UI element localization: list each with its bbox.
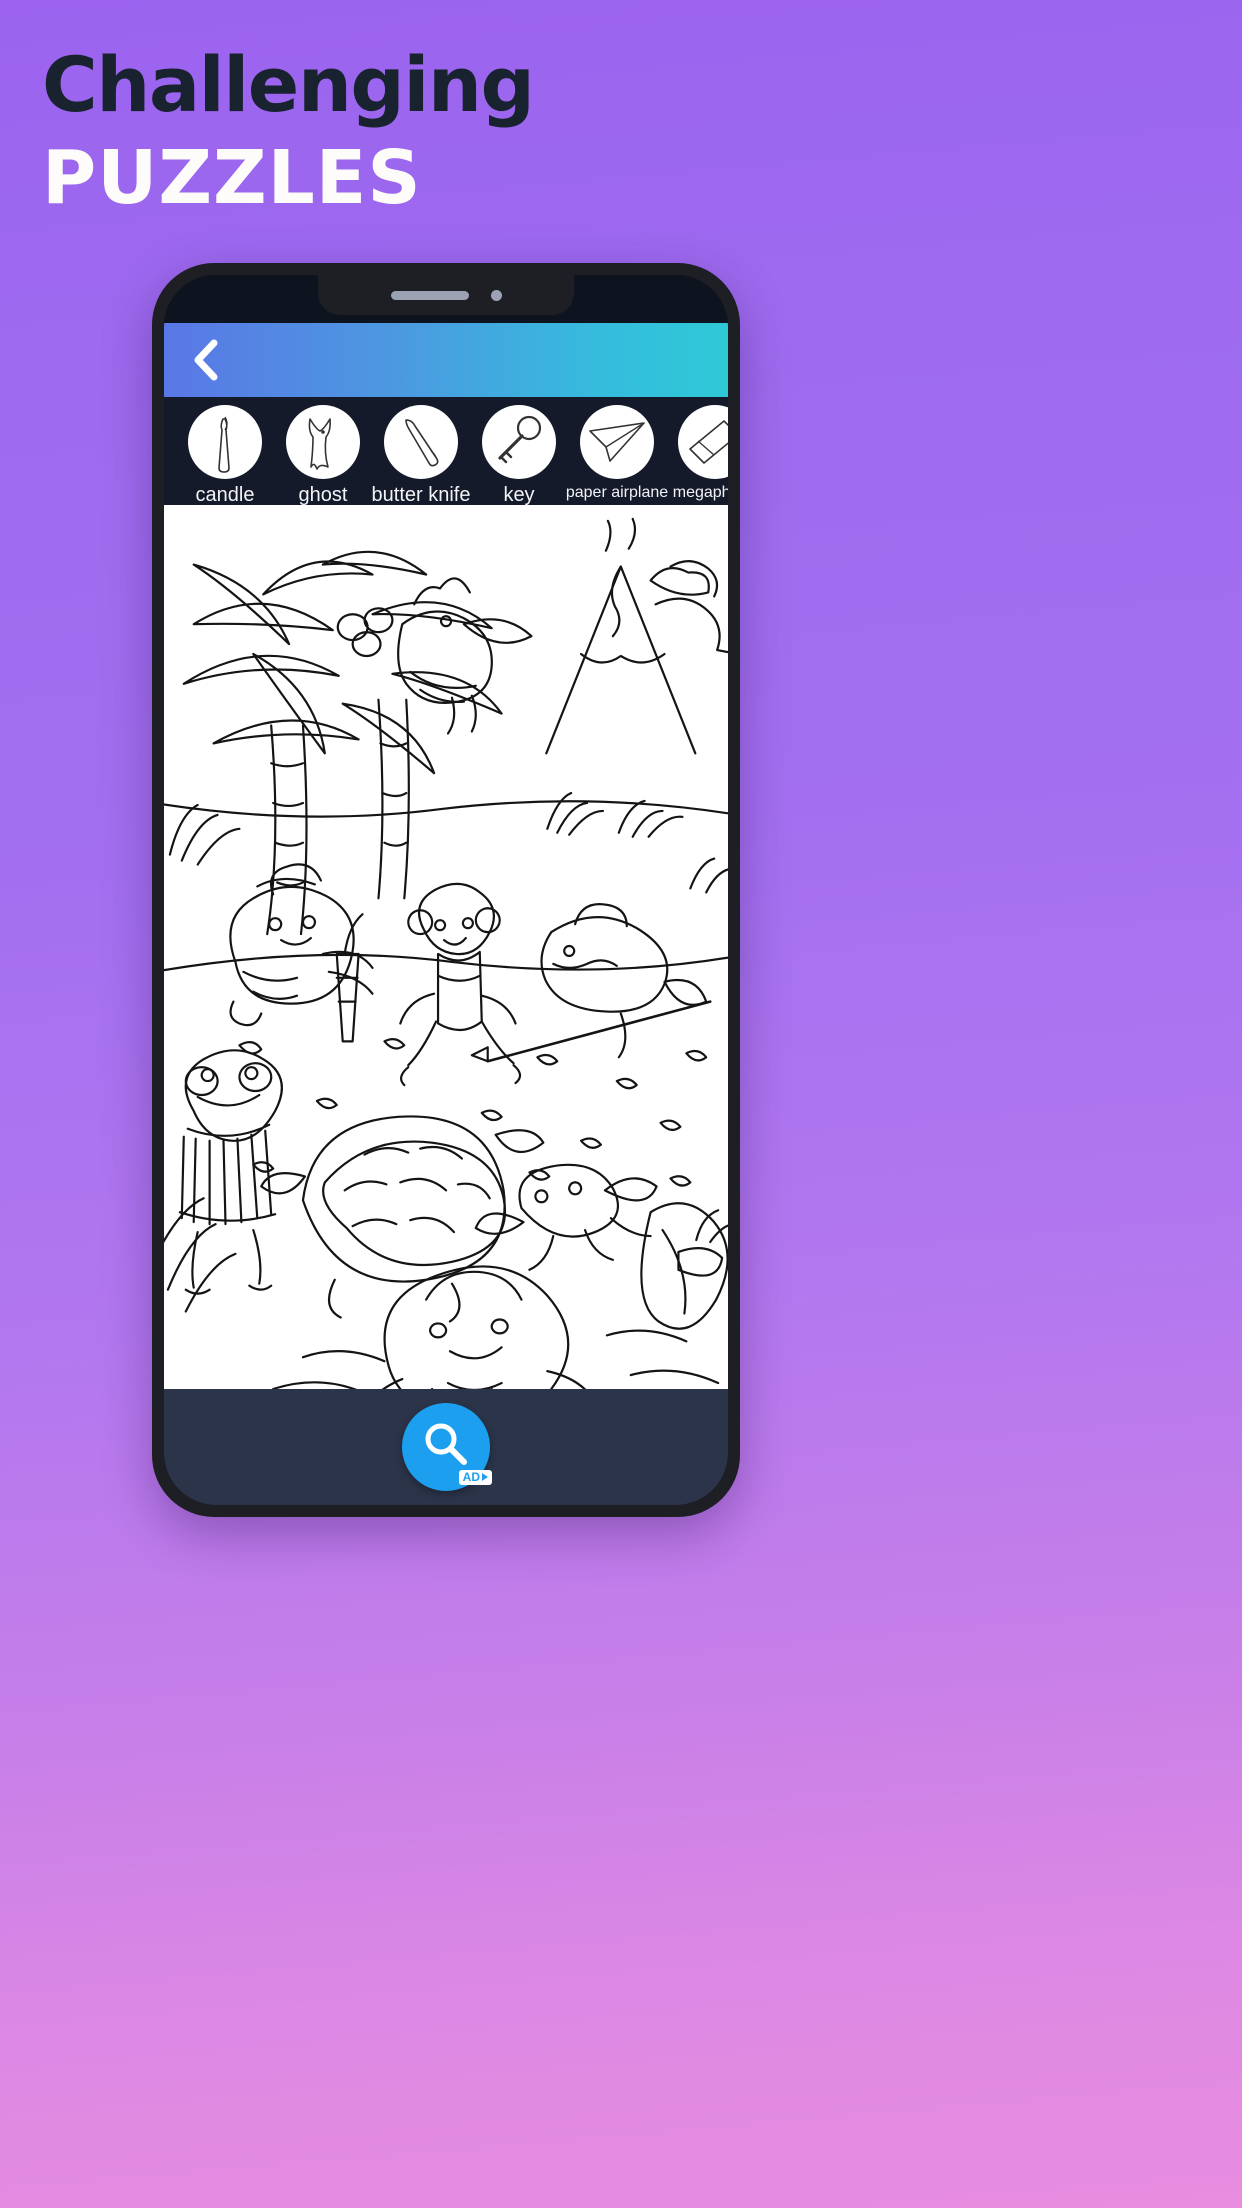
word-label: key (503, 484, 535, 505)
hidden-object-scene (164, 517, 728, 1389)
hint-magnifier-button[interactable]: AD (402, 1403, 492, 1491)
word-item-butter-knife[interactable]: butter knife (372, 405, 470, 505)
phone-screen-bezel: candle ghost butter knife key paper airp… (164, 275, 728, 1505)
headline-line-1: Challenging (42, 40, 535, 129)
candle-icon (188, 405, 262, 479)
puzzle-artwork[interactable] (164, 505, 728, 1389)
word-item-megaphone[interactable]: megaphone (666, 405, 728, 502)
word-item-ghost[interactable]: ghost (274, 405, 372, 505)
butter-knife-icon (384, 405, 458, 479)
app-header-bar (164, 323, 728, 397)
promo-headline: Challenging PUZZLES (42, 40, 535, 221)
earpiece-speaker (390, 290, 469, 300)
word-label: ghost (298, 484, 348, 505)
word-label: candle (195, 484, 255, 505)
word-item-key[interactable]: key (470, 405, 568, 505)
play-triangle-icon (482, 1473, 488, 1482)
word-label: butter knife (371, 484, 471, 505)
headline-line-2: PUZZLES (42, 134, 422, 221)
app-screen: candle ghost butter knife key paper airp… (164, 275, 728, 1505)
phone-notch (318, 275, 574, 315)
front-camera-icon (490, 289, 502, 301)
magnifier-icon (420, 1419, 472, 1476)
ad-badge: AD (458, 1469, 492, 1485)
ghost-icon (286, 405, 360, 479)
megaphone-icon (678, 405, 728, 479)
word-list-carousel[interactable]: candle ghost butter knife key paper airp… (164, 397, 728, 505)
key-icon (482, 405, 556, 479)
back-button[interactable] (184, 338, 228, 382)
app-bottom-bar: AD (164, 1389, 728, 1505)
word-item-paper-airplane[interactable]: paper airplane (565, 405, 669, 502)
paper-airplane-icon (580, 405, 654, 479)
phone-mockup: candle ghost butter knife key paper airp… (152, 263, 740, 1517)
ad-badge-label: AD (462, 1469, 480, 1484)
back-chevron-icon (192, 339, 220, 381)
word-item-candle[interactable]: candle (176, 405, 274, 505)
word-label: paper airplane (565, 484, 669, 501)
word-label: megaphone (672, 484, 728, 501)
